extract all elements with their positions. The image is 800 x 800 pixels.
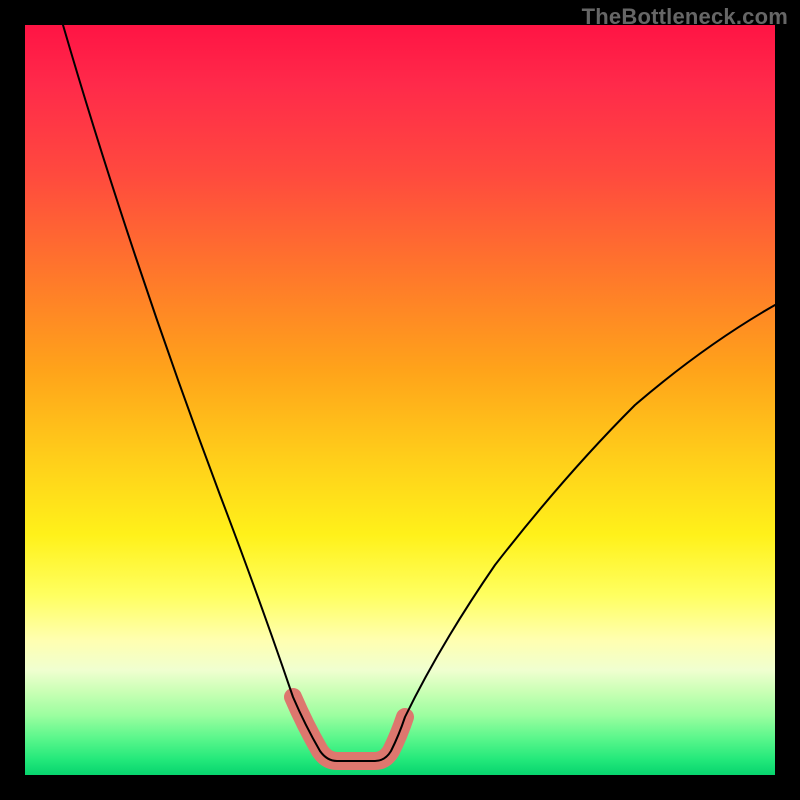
bottleneck-highlight bbox=[293, 697, 405, 761]
chart-frame: TheBottleneck.com bbox=[0, 0, 800, 800]
plot-area bbox=[25, 25, 775, 775]
bottleneck-curve-line bbox=[63, 25, 775, 761]
curve-svg bbox=[25, 25, 775, 775]
